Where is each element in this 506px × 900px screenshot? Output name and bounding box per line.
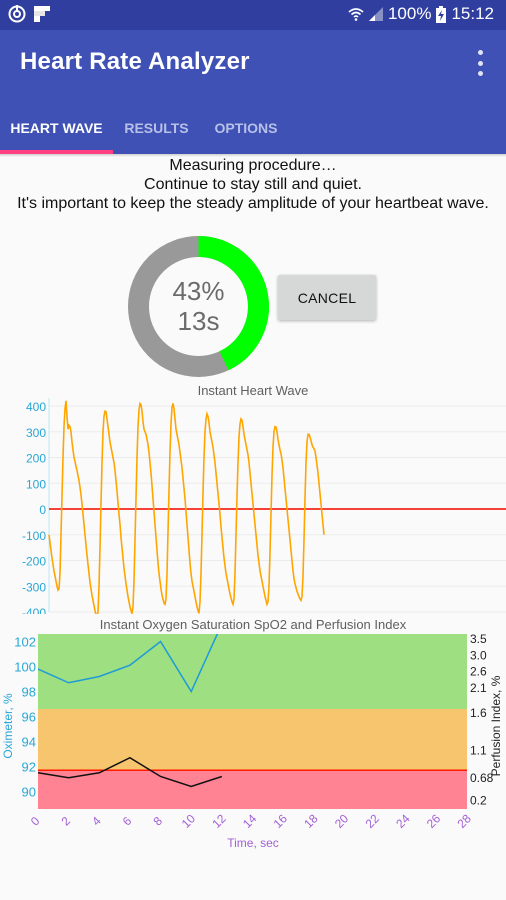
signal-icon — [368, 7, 383, 21]
y-tick-label-left: 96 — [22, 710, 36, 725]
battery-charging-icon — [436, 5, 447, 23]
y-tick-label: 0 — [39, 503, 46, 517]
band-warning — [38, 709, 467, 771]
progress-text: 43% 13s — [128, 276, 269, 336]
y-tick-label-right: 2.6 — [470, 665, 487, 679]
heart-wave-line — [48, 400, 325, 614]
y-tick-label: 400 — [26, 400, 46, 414]
x-tick-label: 8 — [150, 814, 165, 829]
heart-wave-chart: Instant Heart Wave 400 300 200 100 0 -100 -200… — [22, 383, 506, 614]
chart-title: Instant Oxygen Saturation SpO2 and Perfu… — [100, 617, 407, 632]
band-low — [38, 770, 467, 809]
y-tick-label-left: 100 — [14, 660, 36, 675]
sync-target-icon — [8, 5, 26, 23]
y-tick-label-left: 94 — [22, 735, 36, 750]
x-tick-label: 6 — [120, 814, 135, 829]
spo2-perfusion-chart: Instant Oxygen Saturation SpO2 and Perfu… — [1, 617, 503, 850]
x-tick-label: 26 — [424, 811, 444, 831]
y-tick-label: -200 — [22, 555, 46, 569]
tab-heart-wave[interactable]: HEART WAVE — [0, 104, 113, 152]
more-vert-icon-dot — [477, 60, 483, 66]
y-tick-label: -400 — [22, 606, 46, 614]
y-tick-label-left: 98 — [22, 685, 36, 700]
y-tick-label-left: 92 — [22, 760, 36, 775]
y-tick-label-right: 3.5 — [470, 632, 487, 646]
cancel-button[interactable]: CANCEL — [278, 275, 376, 320]
instructions: Measuring procedure… Continue to stay st… — [0, 156, 506, 213]
y-axis-label-right: Perfusion Index, % — [489, 675, 503, 776]
y-tick-label: 200 — [26, 452, 46, 466]
x-tick-label: 10 — [179, 811, 199, 831]
instruction-line-1: Measuring procedure… — [169, 157, 337, 174]
x-axis-label: Time, sec — [227, 836, 279, 850]
battery-percent: 100% — [387, 4, 432, 23]
y-tick-label-right: 1.1 — [470, 743, 487, 757]
x-tick-label: 12 — [209, 811, 229, 831]
app-bar: Heart Rate Analyzer HEART WAVE RESULTS O… — [0, 30, 506, 154]
more-vert-icon-dot — [477, 71, 483, 76]
progress-seconds: 13s — [177, 306, 220, 336]
x-tick-label: 20 — [332, 811, 352, 831]
status-bar: 100% 15:12 — [0, 0, 506, 30]
clock: 15:12 — [451, 4, 494, 23]
chart-title: Instant Heart Wave — [198, 383, 309, 398]
instruction-line-2: Continue to stay still and quiet. — [144, 176, 362, 193]
x-tick-label: 2 — [59, 814, 74, 829]
y-tick-label: 300 — [26, 426, 46, 440]
band-good — [38, 634, 467, 709]
x-tick-label: 16 — [271, 811, 291, 831]
x-tick-label: 18 — [301, 811, 321, 831]
more-options-button[interactable] — [474, 50, 486, 76]
x-tick-label: 22 — [363, 811, 383, 831]
app-title: Heart Rate Analyzer — [20, 48, 250, 75]
y-tick-label-right: 0.2 — [470, 793, 487, 807]
x-tick-label: 0 — [28, 814, 43, 829]
progress-percent: 43% — [172, 276, 225, 306]
tab-bar: HEART WAVE RESULTS OPTIONS — [0, 104, 506, 154]
y-tick-label-left: 102 — [14, 635, 36, 650]
y-tick-label-right: 2.1 — [470, 681, 487, 695]
y-tick-label-right: 1.6 — [470, 706, 487, 720]
y-tick-label: 100 — [26, 477, 46, 491]
tab-options[interactable]: OPTIONS — [200, 104, 292, 152]
tab-results[interactable]: RESULTS — [113, 104, 200, 152]
more-vert-icon — [477, 50, 483, 55]
x-tick-label: 24 — [393, 811, 413, 831]
x-tick-label: 4 — [89, 814, 104, 829]
instruction-line-3: It's important to keep the steady amplit… — [17, 195, 489, 212]
wifi-icon — [348, 8, 364, 21]
progress-ring: 43% 13s — [128, 236, 269, 377]
flipboard-icon — [34, 6, 50, 22]
y-axis-label-left: Oximeter, % — [1, 693, 15, 759]
x-tick-label: 28 — [454, 811, 474, 831]
y-tick-label: -300 — [22, 580, 46, 594]
y-tick-label: -100 — [22, 529, 46, 543]
y-tick-label-right: 3.0 — [470, 648, 487, 662]
y-tick-label-left: 90 — [22, 785, 36, 800]
x-tick-label: 14 — [240, 811, 260, 831]
